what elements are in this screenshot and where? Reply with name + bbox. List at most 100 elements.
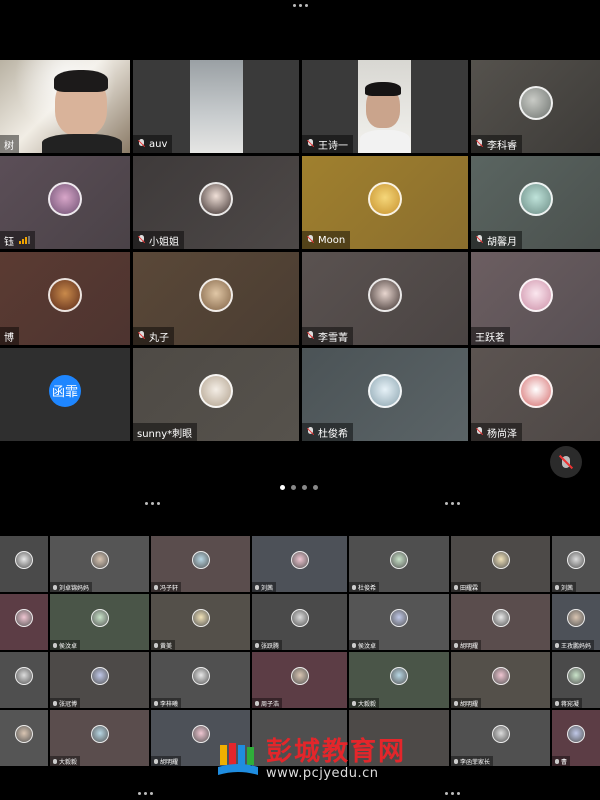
participant-tile[interactable]: 小姐姐 <box>133 156 299 249</box>
thumbnail-tile[interactable]: 刘茜 <box>552 536 600 592</box>
thumbnail-avatar <box>567 608 585 627</box>
thumbnail-tile[interactable]: 胡明耀 <box>451 594 550 650</box>
participant-name: 胡馨月 <box>487 236 517 248</box>
participant-tile[interactable]: 杜俊希 <box>302 348 468 441</box>
avatar <box>518 373 553 408</box>
thumbnail-tile[interactable]: 田耀霖 <box>451 536 550 592</box>
thumbnail-tile[interactable] <box>0 652 48 708</box>
thumbnail-tile[interactable] <box>0 710 48 766</box>
mic-muted-icon <box>137 331 146 341</box>
mic-muted-icon <box>53 758 57 764</box>
thumbnail-namebar: 蒋宛凝 <box>552 698 583 708</box>
thumbnail-tile[interactable]: 曹 <box>552 710 600 766</box>
mute-toggle-button[interactable] <box>550 446 582 478</box>
thumbnail-name: 侯汶卓 <box>358 642 377 650</box>
thumbnail-tile[interactable]: 李函菲家长 <box>451 710 550 766</box>
participant-namebar: 树 <box>0 135 19 153</box>
thumbnail-avatar <box>90 724 109 743</box>
participant-tile[interactable]: 函霏 <box>0 348 130 441</box>
thumbnail-avatar <box>15 550 33 569</box>
page-dot[interactable] <box>280 485 285 490</box>
thumbnail-tile[interactable]: 黄美 <box>151 594 250 650</box>
participant-tile[interactable]: sunny*刺眼 <box>133 348 299 441</box>
mic-muted-icon <box>555 642 559 648</box>
page-dot[interactable] <box>291 485 296 490</box>
mic-muted-icon <box>454 758 458 764</box>
thumbnail-tile[interactable]: 侯汶卓 <box>349 594 449 650</box>
thumbnail-tile[interactable]: 刘茜 <box>252 536 347 592</box>
thumbnail-avatar <box>290 608 309 627</box>
thumbnail-tile[interactable]: 刘卓锦妈妈 <box>50 536 149 592</box>
thumbnail-tile[interactable]: 大毅毅 <box>50 710 149 766</box>
thumbnail-namebar: 田耀霖 <box>451 582 482 592</box>
thumbnail-name: 王孜鹏妈妈 <box>561 642 592 650</box>
participant-tile[interactable]: 丸子 <box>133 252 299 345</box>
page-indicator[interactable] <box>280 485 318 490</box>
thumbnail-avatar <box>491 550 510 569</box>
thumbnail-tile[interactable] <box>0 536 48 592</box>
bottom-more-icon[interactable] <box>138 792 153 795</box>
mic-muted-icon <box>454 642 458 648</box>
mic-muted-icon <box>154 642 158 648</box>
thumbnail-namebar: 侯汶卓 <box>349 640 380 650</box>
thumbnail-name: 李梓曦 <box>160 700 179 708</box>
mic-muted-icon <box>137 235 146 245</box>
participant-tile[interactable]: 王诗一 <box>302 60 468 153</box>
thumbnail-namebar: 王孜鹏妈妈 <box>552 640 595 650</box>
page-dot[interactable] <box>313 485 318 490</box>
thumbnail-name: 周子浩 <box>261 700 280 708</box>
thumbnail-avatar <box>290 666 309 685</box>
participant-tile[interactable]: Moon <box>302 156 468 249</box>
watermark: 彭城教育网 www.pcjyedu.cn <box>216 738 406 781</box>
participant-tile[interactable]: 杨尚泽 <box>471 348 600 441</box>
thumbnail-tile[interactable]: 冯子轩 <box>151 536 250 592</box>
mic-muted-icon <box>53 584 57 590</box>
thumbnail-tile[interactable]: 李梓曦 <box>151 652 250 708</box>
thumbnail-namebar: 李函菲家长 <box>451 756 494 766</box>
participant-tile[interactable]: 博 <box>0 252 130 345</box>
mic-muted-icon <box>306 139 315 149</box>
participant-tile[interactable]: 李雪菁 <box>302 252 468 345</box>
participant-tile[interactable]: 李科睿 <box>471 60 600 153</box>
participant-tile[interactable]: 胡馨月 <box>471 156 600 249</box>
participant-name: 王跃茗 <box>475 332 505 344</box>
participant-hair <box>365 82 401 96</box>
more-icon[interactable] <box>445 502 460 505</box>
mic-muted-icon <box>255 584 259 590</box>
participant-tile[interactable]: 王跃茗 <box>471 252 600 345</box>
thumbnail-avatar <box>390 608 408 627</box>
more-icon[interactable] <box>145 502 160 505</box>
top-more-icon[interactable] <box>293 4 308 7</box>
mic-muted-icon <box>306 235 315 245</box>
thumbnail-tile[interactable]: 蒋宛凝 <box>552 652 600 708</box>
thumbnail-tile[interactable]: 张冠博 <box>50 652 149 708</box>
thumbnail-namebar: 冯子轩 <box>151 582 182 592</box>
thumbnail-tile[interactable]: 周子浩 <box>252 652 347 708</box>
signal-strength-icon <box>19 236 30 244</box>
page-dot[interactable] <box>302 485 307 490</box>
thumbnail-avatar <box>191 724 210 743</box>
mic-muted-icon <box>137 139 146 149</box>
participant-tile[interactable]: 钰 <box>0 156 130 249</box>
participant-namebar: sunny*刺眼 <box>133 423 198 441</box>
participant-tile[interactable]: auv <box>133 60 299 153</box>
participant-name: sunny*刺眼 <box>137 428 193 440</box>
thumbnail-tile[interactable]: 侯汶卓 <box>50 594 149 650</box>
mic-muted-icon <box>53 642 57 648</box>
thumbnail-tile[interactable]: 大毅毅 <box>349 652 449 708</box>
mic-muted-icon <box>352 642 356 648</box>
participant-namebar: 博 <box>0 327 19 345</box>
thumbnail-tile[interactable]: 张跃腾 <box>252 594 347 650</box>
thumbnail-name: 田耀霖 <box>460 584 479 592</box>
thumbnail-namebar: 胡明耀 <box>451 698 482 708</box>
participant-tile[interactable]: 树 <box>0 60 130 153</box>
thumbnail-tile[interactable]: 杜俊希 <box>349 536 449 592</box>
thumbnail-tile[interactable] <box>0 594 48 650</box>
thumbnail-namebar: 刘茜 <box>252 582 277 592</box>
camera-feed <box>190 60 243 153</box>
bottom-more-icon[interactable] <box>445 792 460 795</box>
thumbnail-namebar: 张冠博 <box>50 698 81 708</box>
thumbnail-tile[interactable]: 胡明耀 <box>451 652 550 708</box>
thumbnail-avatar <box>90 550 109 569</box>
thumbnail-tile[interactable]: 王孜鹏妈妈 <box>552 594 600 650</box>
